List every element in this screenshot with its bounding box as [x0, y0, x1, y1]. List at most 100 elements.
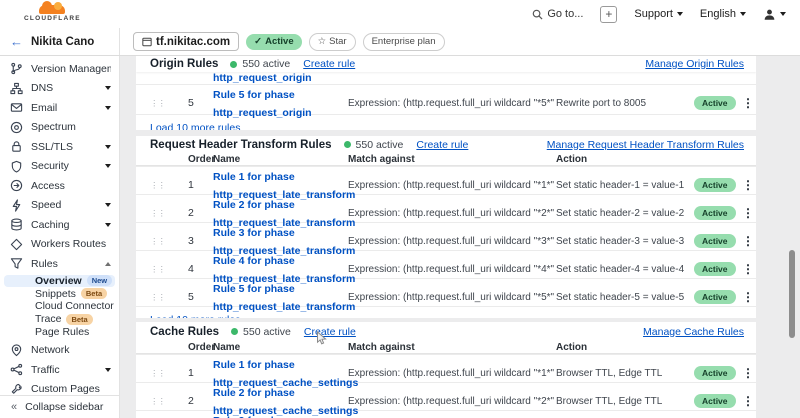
sidebar-item-security[interactable]: Security [0, 157, 119, 177]
goto-search[interactable]: Go to... [532, 8, 583, 20]
beta-badge: Beta [66, 314, 92, 325]
collapse-sidebar-button[interactable]: « Collapse sidebar [0, 395, 119, 418]
sidebar-item-ssl-tls[interactable]: SSL/TLS [0, 137, 119, 157]
row-menu-icon[interactable]: ⋮ [742, 366, 754, 380]
create-rule-link[interactable]: Create rule [303, 58, 355, 70]
status-dot-icon [230, 61, 237, 68]
collapse-label: Collapse sidebar [25, 401, 103, 413]
rule-action: Set static header-4 = value-4 [556, 264, 694, 275]
table-row-partial: http_request_origin [136, 72, 756, 84]
manage-rules-link[interactable]: Manage Request Header Transform Rules [547, 139, 744, 151]
sidebar-item-cloud-connector[interactable]: Cloud ConnectorBeta [4, 300, 115, 313]
sidebar-item-page-rules[interactable]: Page Rules [4, 326, 115, 339]
sidebar-item-label: Network [31, 344, 111, 356]
rule-expression: Expression: (http.request.full_uri wildc… [348, 98, 556, 109]
rule-name-link[interactable]: Rule 5 for phasehttp_request_late_transf… [213, 283, 355, 313]
drag-handle-icon[interactable]: ⋮⋮ [150, 181, 188, 190]
back-arrow-icon[interactable]: ← [10, 34, 23, 49]
beta-badge: Beta [81, 288, 107, 299]
drag-handle-icon[interactable]: ⋮⋮ [150, 209, 188, 218]
sidebar-item-trace[interactable]: TraceBeta [4, 313, 115, 326]
network-icon [10, 344, 23, 357]
manage-rules-link[interactable]: Manage Cache Rules [643, 326, 744, 338]
section-header-cache-rules: Cache Rules550 activeCreate ruleManage C… [136, 322, 756, 341]
status-badge: Active [694, 96, 736, 110]
sidebar-item-label: Spectrum [31, 121, 111, 133]
drag-handle-icon[interactable]: ⋮⋮ [150, 397, 188, 406]
drag-handle-icon[interactable]: ⋮⋮ [150, 237, 188, 246]
section-header-origin-rules: Origin Rules550 activeCreate ruleManage … [136, 56, 756, 72]
sidebar-item-dns[interactable]: DNS [0, 79, 119, 99]
sidebar-item-spectrum[interactable]: Spectrum [0, 118, 119, 138]
sidebar-item-email[interactable]: Email [0, 98, 119, 118]
rule-name-link[interactable]: http_request_origin [213, 72, 348, 84]
status-badge: Active [694, 394, 736, 408]
sidebar-item-traffic[interactable]: Traffic [0, 360, 119, 380]
sidebar-item-access[interactable]: Access [0, 176, 119, 196]
drag-handle-icon[interactable]: ⋮⋮ [150, 265, 188, 274]
row-menu-icon[interactable]: ⋮ [742, 394, 754, 408]
chevron-up-icon [105, 262, 111, 266]
git-branch-icon [10, 62, 23, 75]
chevron-down-icon [105, 86, 111, 90]
database-icon [10, 218, 23, 231]
sidebar-subitem-label: Overview [35, 275, 82, 287]
column-header-name: Name [213, 154, 348, 165]
add-site-button[interactable]: + [600, 6, 617, 23]
sidebar-item-label: Rules [31, 258, 97, 270]
support-label: Support [634, 8, 673, 20]
row-menu-icon[interactable]: ⋮ [742, 262, 754, 276]
rule-action: Browser TTL, Edge TTL [556, 396, 694, 407]
chevron-down-icon [105, 203, 111, 207]
user-menu[interactable] [763, 8, 786, 21]
sidebar-item-version-management[interactable]: Version Management [0, 59, 119, 79]
language-menu[interactable]: English [700, 8, 746, 20]
star-button[interactable]: ☆ Star [309, 33, 356, 51]
sidebar-subnav-rules: Overview NewSnippetsBetaCloud ConnectorBe… [0, 274, 119, 341]
rule-order: 5 [188, 291, 213, 303]
table-row: ⋮⋮2Rule 2 for phasehttp_request_late_tra… [136, 194, 756, 222]
vertical-scrollbar[interactable] [789, 250, 795, 338]
rule-order: 2 [188, 395, 213, 407]
plan-badge: Enterprise plan [363, 33, 445, 51]
status-dot-icon [344, 141, 351, 148]
sidebar: Version ManagementDNSEmail Spectrum SSL/TL… [0, 56, 120, 418]
bolt-icon [10, 199, 23, 212]
rule-expression: Expression: (http.request.full_uri wildc… [348, 396, 556, 407]
row-menu-icon[interactable]: ⋮ [742, 178, 754, 192]
goto-label: Go to... [547, 8, 583, 20]
drag-handle-icon[interactable]: ⋮⋮ [150, 369, 188, 378]
create-rule-link[interactable]: Create rule [416, 139, 468, 151]
row-menu-icon[interactable]: ⋮ [742, 290, 754, 304]
column-header-name: Name [213, 342, 348, 353]
sidebar-item-caching[interactable]: Caching [0, 215, 119, 235]
sidebar-item-snippets[interactable]: SnippetsBeta [4, 287, 115, 300]
status-badge: Active [694, 262, 736, 276]
sidebar-item-speed[interactable]: Speed [0, 196, 119, 216]
domain-selector[interactable]: tf.nikitac.com [133, 32, 239, 51]
sidebar-item-network[interactable]: Network [0, 340, 119, 360]
new-badge: New [87, 275, 112, 286]
active-count: 550 active [356, 139, 404, 151]
load-more-link[interactable]: Load 10 more rules [150, 122, 240, 130]
status-badge: Active [694, 206, 736, 220]
row-menu-icon[interactable]: ⋮ [742, 206, 754, 220]
plus-icon: + [605, 8, 612, 20]
sidebar-item-label: SSL/TLS [31, 141, 97, 153]
sidebar-item-rules[interactable]: Rules [0, 254, 119, 274]
sidebar-item-overview[interactable]: Overview New [4, 275, 115, 288]
sidebar-item-workers-routes[interactable]: Workers Routes [0, 235, 119, 255]
load-more-link[interactable]: Load 10 more rules [150, 314, 240, 318]
rule-name-link[interactable]: Rule 5 for phasehttp_request_origin [213, 89, 312, 119]
row-menu-icon[interactable]: ⋮ [742, 96, 754, 110]
create-rule-link[interactable]: Create rule [304, 326, 356, 338]
active-count: 550 active [242, 58, 290, 70]
support-menu[interactable]: Support [634, 8, 683, 20]
table-row: ⋮⋮5Rule 5 for phasehttp_request_originEx… [136, 84, 756, 114]
row-menu-icon[interactable]: ⋮ [742, 234, 754, 248]
table-row: ⋮⋮1Rule 1 for phasehttp_request_late_tra… [136, 166, 756, 194]
section-title: Cache Rules [150, 326, 219, 338]
drag-handle-icon[interactable]: ⋮⋮ [150, 293, 188, 302]
drag-handle-icon[interactable]: ⋮⋮ [150, 99, 188, 108]
manage-rules-link[interactable]: Manage Origin Rules [645, 58, 744, 70]
